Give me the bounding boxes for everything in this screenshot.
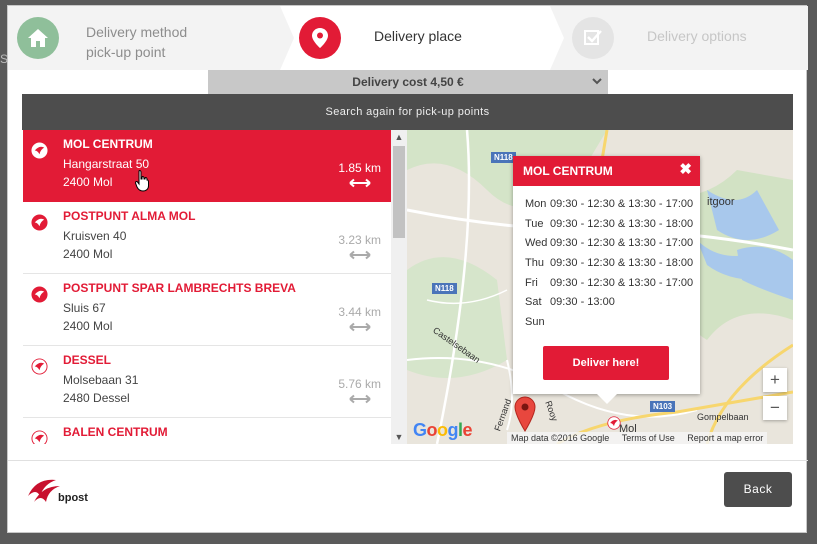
hours-time: 09:30 - 12:30 & 13:30 - 18:00 — [550, 257, 694, 270]
pickup-point-list: MOL CENTRUM Hangarstraat 50 2400 Mol 1.8… — [23, 130, 391, 444]
delivery-cost-label: Delivery cost 4,50 € — [352, 75, 464, 89]
popup-title: MOL CENTRUM — [513, 156, 700, 186]
hours-time: 09:30 - 12:30 & 13:30 - 17:00 — [550, 276, 694, 289]
pickup-point-distance: 5.76 km — [338, 377, 381, 391]
close-icon[interactable]: ✖ — [679, 160, 692, 178]
hours-time: 09:30 - 13:00 — [550, 296, 615, 309]
distance-arrow-icon — [349, 178, 371, 188]
pickup-point-street: Molsebaan 31 — [63, 373, 139, 387]
road-label: N118 — [432, 283, 457, 294]
list-item-pickup-point[interactable]: DESSEL Molsebaan 31 2480 Dessel 5.76 km — [23, 346, 391, 418]
hand-cursor-icon — [135, 170, 149, 192]
pickup-point-name: BALEN CENTRUM — [63, 425, 168, 439]
step-separator-icon — [280, 6, 294, 70]
map-marker-icon[interactable] — [514, 396, 536, 432]
pickup-point-city: 2400 Mol — [63, 175, 113, 189]
step2-label: Delivery place — [374, 28, 462, 44]
list-item-pickup-point[interactable]: MOL CENTRUM Hangarstraat 50 2400 Mol 1.8… — [23, 130, 391, 202]
step1-sublabel: pick-up point — [86, 44, 166, 60]
list-item-pickup-point[interactable]: BALEN CENTRUM — [23, 418, 391, 444]
pickup-point-street: Sluis 67 — [63, 301, 106, 315]
bpost-pin-icon — [31, 286, 48, 303]
step-delivery-options[interactable]: Delivery options — [550, 6, 808, 70]
hours-day: Fri — [525, 276, 538, 289]
home-icon — [17, 17, 59, 59]
hours-time: 09:30 - 12:30 & 13:30 - 18:00 — [550, 217, 694, 230]
pickup-point-street: Hangarstraat 50 — [63, 157, 150, 171]
pickup-point-distance: 1.85 km — [338, 161, 381, 175]
location-pin-icon — [299, 17, 341, 59]
list-scrollbar[interactable]: ▲ ▼ — [391, 130, 407, 444]
scroll-up-icon[interactable]: ▲ — [391, 132, 407, 142]
bpost-pin-outline-icon — [31, 358, 48, 375]
scrollbar-thumb[interactable] — [393, 146, 405, 238]
map-attribution-bar: Map data ©2016 Google Terms of Use Repor… — [507, 432, 768, 444]
bpost-pin-icon — [31, 214, 48, 231]
pickup-point-name: DESSEL — [63, 353, 112, 367]
hours-day: Mon — [525, 198, 547, 210]
google-logo: Google — [413, 420, 473, 440]
pickup-point-distance: 3.23 km — [338, 233, 381, 247]
distance-arrow-icon — [349, 250, 371, 260]
pickup-point-name: POSTPUNT SPAR LAMBRECHTS BREVA — [63, 281, 296, 295]
pickup-point-popup: MOL CENTRUM ✖ Mon 09:30 - 12:30 & 13:30 -… — [513, 156, 700, 404]
bpost-map-marker-icon[interactable] — [607, 416, 621, 430]
footer-divider — [8, 460, 808, 461]
hours-day: Tue — [525, 217, 544, 230]
hours-day: Sat — [525, 296, 542, 309]
opening-hours: Mon 09:30 - 12:30 & 13:30 - 17:00 Tue 09:3… — [525, 198, 693, 336]
step1-label: Delivery method — [86, 24, 188, 40]
hours-day: Thu — [525, 257, 544, 270]
pickup-point-street: Kruisven 40 — [63, 229, 127, 243]
map-attribution: Map data ©2016 Google — [511, 433, 610, 443]
distance-arrow-icon — [349, 394, 371, 404]
checklist-icon — [572, 17, 614, 59]
pickup-point-city: 2480 Dessel — [63, 391, 130, 405]
step-delivery-method[interactable]: Delivery method pick-up point — [8, 6, 280, 70]
scroll-down-icon[interactable]: ▼ — [391, 432, 407, 442]
hours-time: 09:30 - 12:30 & 13:30 - 17:00 — [550, 237, 694, 250]
terms-of-use-link[interactable]: Terms of Use — [622, 433, 675, 443]
delivery-modal: Delivery method pick-up point Delivery p… — [7, 5, 808, 533]
pickup-point-name: POSTPUNT ALMA MOL — [63, 209, 196, 223]
pickup-point-city: 2400 Mol — [63, 247, 113, 261]
popup-tail — [597, 394, 617, 404]
bpost-pin-icon — [31, 142, 48, 159]
zoom-in-button[interactable]: + — [763, 368, 787, 392]
pickup-point-name: MOL CENTRUM — [63, 137, 153, 151]
hours-day: Sun — [525, 316, 545, 329]
road-label: N118 — [491, 152, 516, 163]
zoom-out-button[interactable]: − — [763, 396, 787, 420]
pickup-point-city: 2400 Mol — [63, 319, 113, 333]
step-delivery-place[interactable]: Delivery place — [294, 6, 550, 70]
bpost-logo: bpost — [26, 474, 96, 506]
pickup-point-distance: 3.44 km — [338, 305, 381, 319]
back-button[interactable]: Back — [724, 472, 792, 507]
stepper: Delivery method pick-up point Delivery p… — [8, 6, 808, 70]
map-place-label: itgoor — [707, 196, 735, 208]
map-street-label: Gompelbaan — [697, 412, 749, 422]
delivery-cost-toggle[interactable]: Delivery cost 4,50 € — [208, 70, 608, 94]
map[interactable]: N118 N118 N103 itgoor Castelsebaan Gompe… — [407, 130, 793, 444]
report-map-error-link[interactable]: Report a map error — [687, 433, 763, 443]
distance-arrow-icon — [349, 322, 371, 332]
list-item-pickup-point[interactable]: POSTPUNT SPAR LAMBRECHTS BREVA Sluis 67 … — [23, 274, 391, 346]
deliver-here-button[interactable]: Deliver here! — [543, 346, 669, 380]
hours-time: 09:30 - 12:30 & 13:30 - 17:00 — [550, 198, 694, 210]
bpost-logo-text: bpost — [58, 492, 88, 504]
road-label: N103 — [650, 401, 676, 412]
search-again-button[interactable]: Search again for pick-up points — [22, 94, 793, 130]
hours-day: Wed — [525, 237, 548, 250]
bpost-pin-outline-icon — [31, 430, 48, 444]
list-item-pickup-point[interactable]: POSTPUNT ALMA MOL Kruisven 40 2400 Mol 3… — [23, 202, 391, 274]
step3-label: Delivery options — [647, 28, 747, 44]
step-separator-icon — [550, 6, 564, 70]
